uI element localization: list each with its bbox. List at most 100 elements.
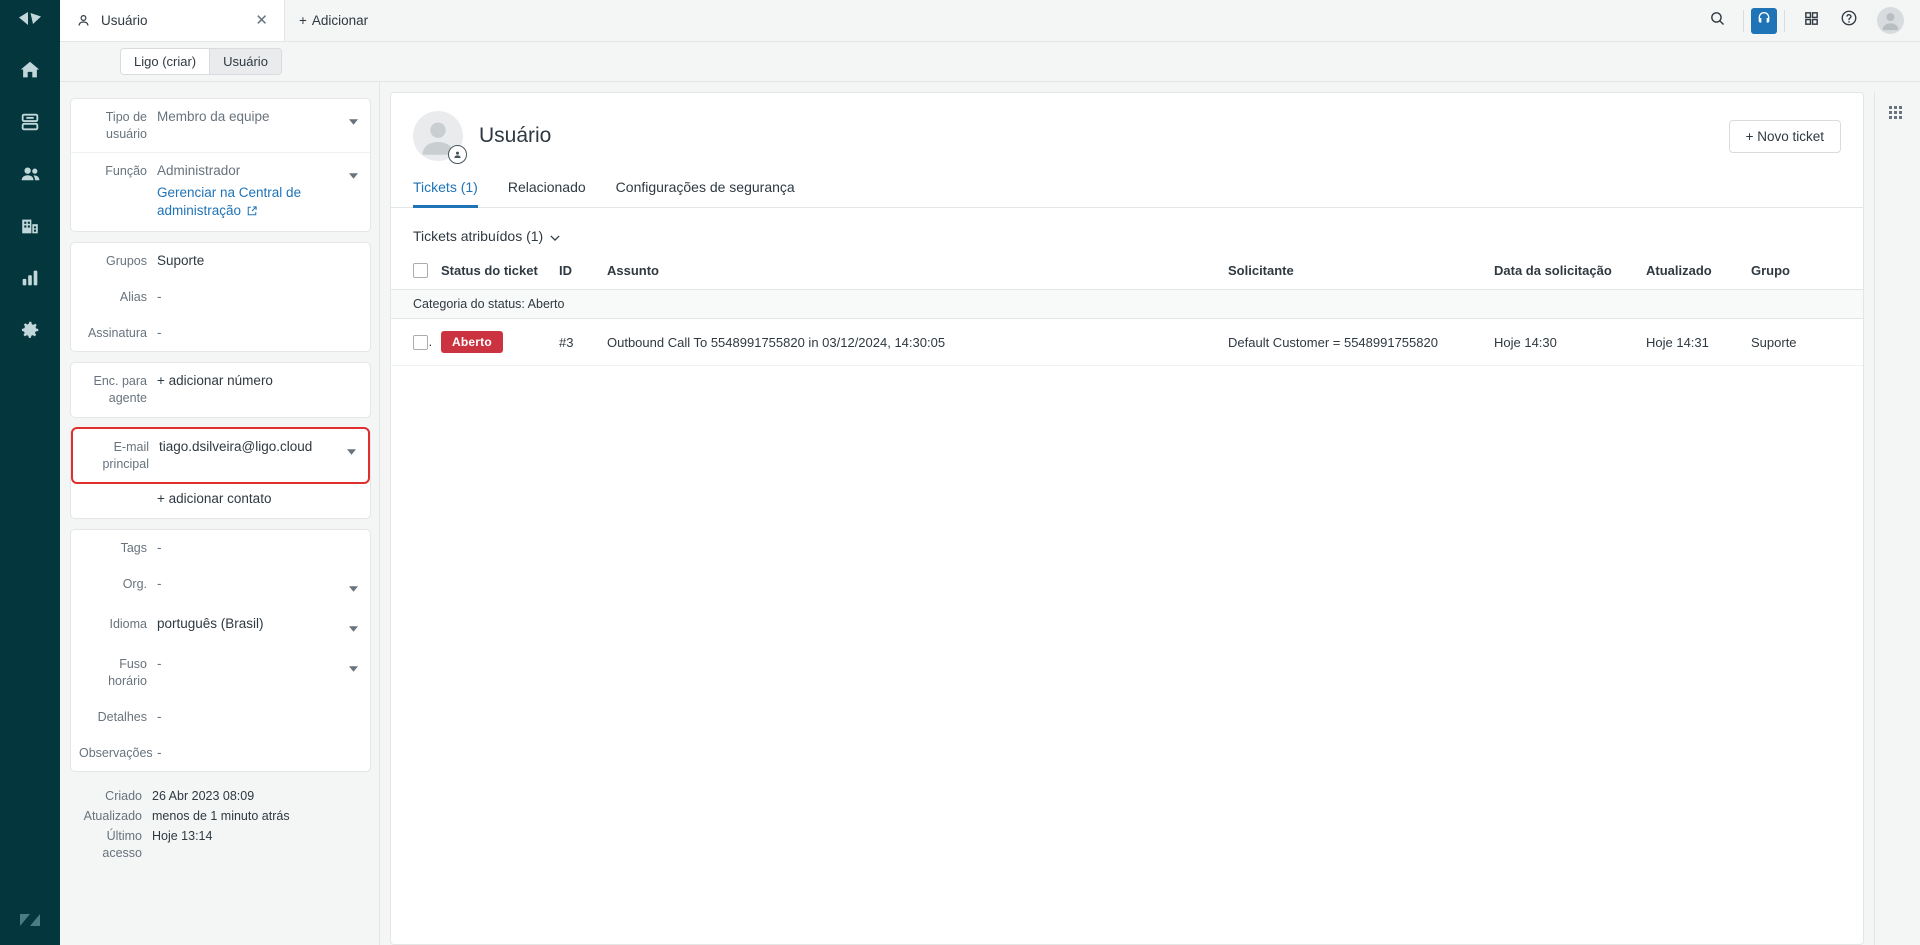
column-requested-date[interactable]: Data da solicitação (1486, 256, 1638, 291)
column-status[interactable]: Status do ticket (433, 256, 551, 291)
add-contact-link[interactable]: + adicionar contato (157, 491, 271, 506)
status-group-row: Categoria do status: Aberto (391, 289, 1863, 320)
apps-products-button[interactable] (1792, 0, 1830, 42)
rail-item-home[interactable] (0, 44, 60, 96)
close-icon[interactable]: ✕ (251, 9, 272, 32)
table-row[interactable]: Aberto #3 Outbound Call To 5548991755820… (391, 318, 1863, 367)
field-fuso-horario[interactable]: Fuso horário - (71, 646, 370, 699)
chevron-down-icon[interactable] (349, 108, 358, 130)
user-avatar[interactable] (1877, 7, 1904, 34)
chevron-down-icon[interactable] (349, 615, 358, 637)
zendesk-z-logo[interactable] (0, 907, 60, 933)
breadcrumb-bar: Ligo (criar) Usuário (60, 42, 1920, 82)
field-label: Grupos (106, 254, 147, 268)
headset-icon (1756, 10, 1772, 31)
assigned-tickets-dropdown[interactable]: Tickets atribuídos (1) (413, 228, 560, 244)
field-enc-para-agente: Enc. para agente + adicionar número (71, 363, 370, 417)
chevron-down-icon[interactable] (347, 438, 356, 460)
field-label: E-mail principal (102, 440, 149, 471)
cell-subject: Outbound Call To 5548991755820 in 03/12/… (599, 318, 1220, 367)
assigned-tickets-label: Tickets atribuídos (1) (413, 228, 544, 244)
add-tab-label: Adicionar (311, 13, 369, 28)
rail-item-admin[interactable] (0, 304, 60, 356)
breadcrumb-item-usuario[interactable]: Usuário (210, 49, 281, 74)
user-properties-sidebar: Tipo de usuário Membro da equipe Função (60, 82, 380, 945)
field-assinatura[interactable]: Assinatura - (71, 315, 370, 351)
talk-console-button[interactable] (1751, 7, 1777, 34)
field-observacoes[interactable]: Observações - (71, 735, 370, 771)
field-value-wrap: - (157, 575, 358, 597)
meta-label: Criado (105, 789, 142, 803)
tab-usuario[interactable]: Usuário ✕ (60, 0, 285, 41)
field-detalhes[interactable]: Detalhes - (71, 699, 370, 735)
add-tab-button[interactable]: + Adicionar (285, 0, 382, 41)
workspace: Usuário ✕ + Adicionar Ligo (criar) Usuár… (60, 0, 1920, 945)
meta-label: Atualizado (83, 809, 142, 823)
chevron-down-icon[interactable] (349, 162, 358, 184)
chevron-down-icon[interactable] (349, 575, 358, 597)
gear-icon (19, 319, 41, 341)
field-grupos[interactable]: Grupos Suporte (71, 243, 370, 279)
rail-item-reporting[interactable] (0, 252, 60, 304)
tab-relacionado[interactable]: Relacionado (508, 179, 586, 208)
forward-to-agent-card: Enc. para agente + adicionar número (70, 362, 371, 418)
field-idioma[interactable]: Idioma português (Brasil) (71, 606, 370, 646)
grid-apps-icon (1803, 10, 1820, 32)
tab-label: Usuário (101, 13, 148, 28)
field-tags[interactable]: Tags - (71, 530, 370, 566)
field-value-wrap: Administrador Gerenciar na Central de ad… (157, 162, 358, 222)
rail-item-organizations[interactable] (0, 200, 60, 252)
select-all-checkbox[interactable] (413, 263, 428, 279)
field-tipo-de-usuario[interactable]: Tipo de usuário Membro da equipe (71, 99, 370, 152)
column-requester[interactable]: Solicitante (1220, 256, 1486, 291)
manage-in-admin-center-link[interactable]: Gerenciar na Central de administração (157, 185, 301, 218)
meta-criado: Criado 26 Abr 2023 08:09 (74, 788, 367, 805)
rail-item-customers[interactable] (0, 148, 60, 200)
cell-status: Aberto (433, 318, 551, 367)
meta-value: 26 Abr 2023 08:09 (152, 789, 255, 803)
field-funcao[interactable]: Função Administrador Gerenciar na Centra… (71, 152, 370, 231)
page-title: Usuário (479, 124, 552, 147)
cell-requester: Default Customer = 5548991755820 (1220, 318, 1486, 367)
help-button[interactable] (1830, 0, 1868, 42)
tickets-table: Status do ticket ID Assunto Solicitante … (391, 256, 1863, 367)
select-all-header (391, 256, 433, 291)
field-value: Membro da equipe (157, 109, 270, 124)
field-org[interactable]: Org. - (71, 566, 370, 606)
field-label: Org. (122, 577, 147, 591)
column-subject[interactable]: Assunto (599, 256, 1220, 291)
field-label: Idioma (109, 617, 147, 631)
help-circle-icon (1840, 9, 1858, 32)
column-updated[interactable]: Atualizado (1638, 256, 1743, 291)
field-label: Observações (79, 746, 153, 760)
field-email-principal[interactable]: E-mail principal tiago.dsilveira@ligo.cl… (71, 427, 370, 484)
chevron-down-icon (550, 228, 560, 244)
apps-grid-icon[interactable] (1888, 106, 1907, 129)
field-alias[interactable]: Alias - (71, 279, 370, 315)
column-id[interactable]: ID (551, 256, 599, 291)
rail-item-views[interactable] (0, 96, 60, 148)
field-value-wrap: - (157, 655, 358, 677)
tab-tickets[interactable]: Tickets (1) (413, 179, 478, 208)
tickets-table-head: Status do ticket ID Assunto Solicitante … (391, 256, 1863, 291)
search-button[interactable] (1698, 0, 1736, 42)
row-checkbox[interactable] (413, 335, 428, 351)
groups-card: Grupos Suporte Alias - Assinatura - (70, 242, 371, 352)
avatar[interactable] (413, 111, 467, 164)
meta-atualizado: Atualizado menos de 1 minuto atrás (74, 808, 367, 825)
meta-ultimo-acesso: Último acesso Hoje 13:14 (74, 828, 367, 862)
new-ticket-button[interactable]: + Novo ticket (1728, 119, 1841, 153)
zendesk-logo[interactable] (0, 0, 60, 44)
user-details-card: Tags - Org. - Idioma português (Brasil) … (70, 529, 371, 772)
column-group[interactable]: Grupo (1743, 256, 1863, 291)
field-value: - (157, 289, 162, 304)
field-label: Tipo de usuário (105, 110, 147, 141)
cell-requested-date: Hoje 14:30 (1486, 318, 1638, 367)
views-icon (19, 111, 41, 133)
breadcrumb-item-ligo[interactable]: Ligo (criar) (121, 49, 211, 74)
meta-value: menos de 1 minuto atrás (152, 809, 290, 823)
chevron-down-icon[interactable] (349, 655, 358, 677)
add-number-link[interactable]: + adicionar número (157, 372, 273, 390)
tab-configuracoes-de-seguranca[interactable]: Configurações de segurança (616, 179, 795, 208)
field-label: Função (105, 164, 147, 178)
